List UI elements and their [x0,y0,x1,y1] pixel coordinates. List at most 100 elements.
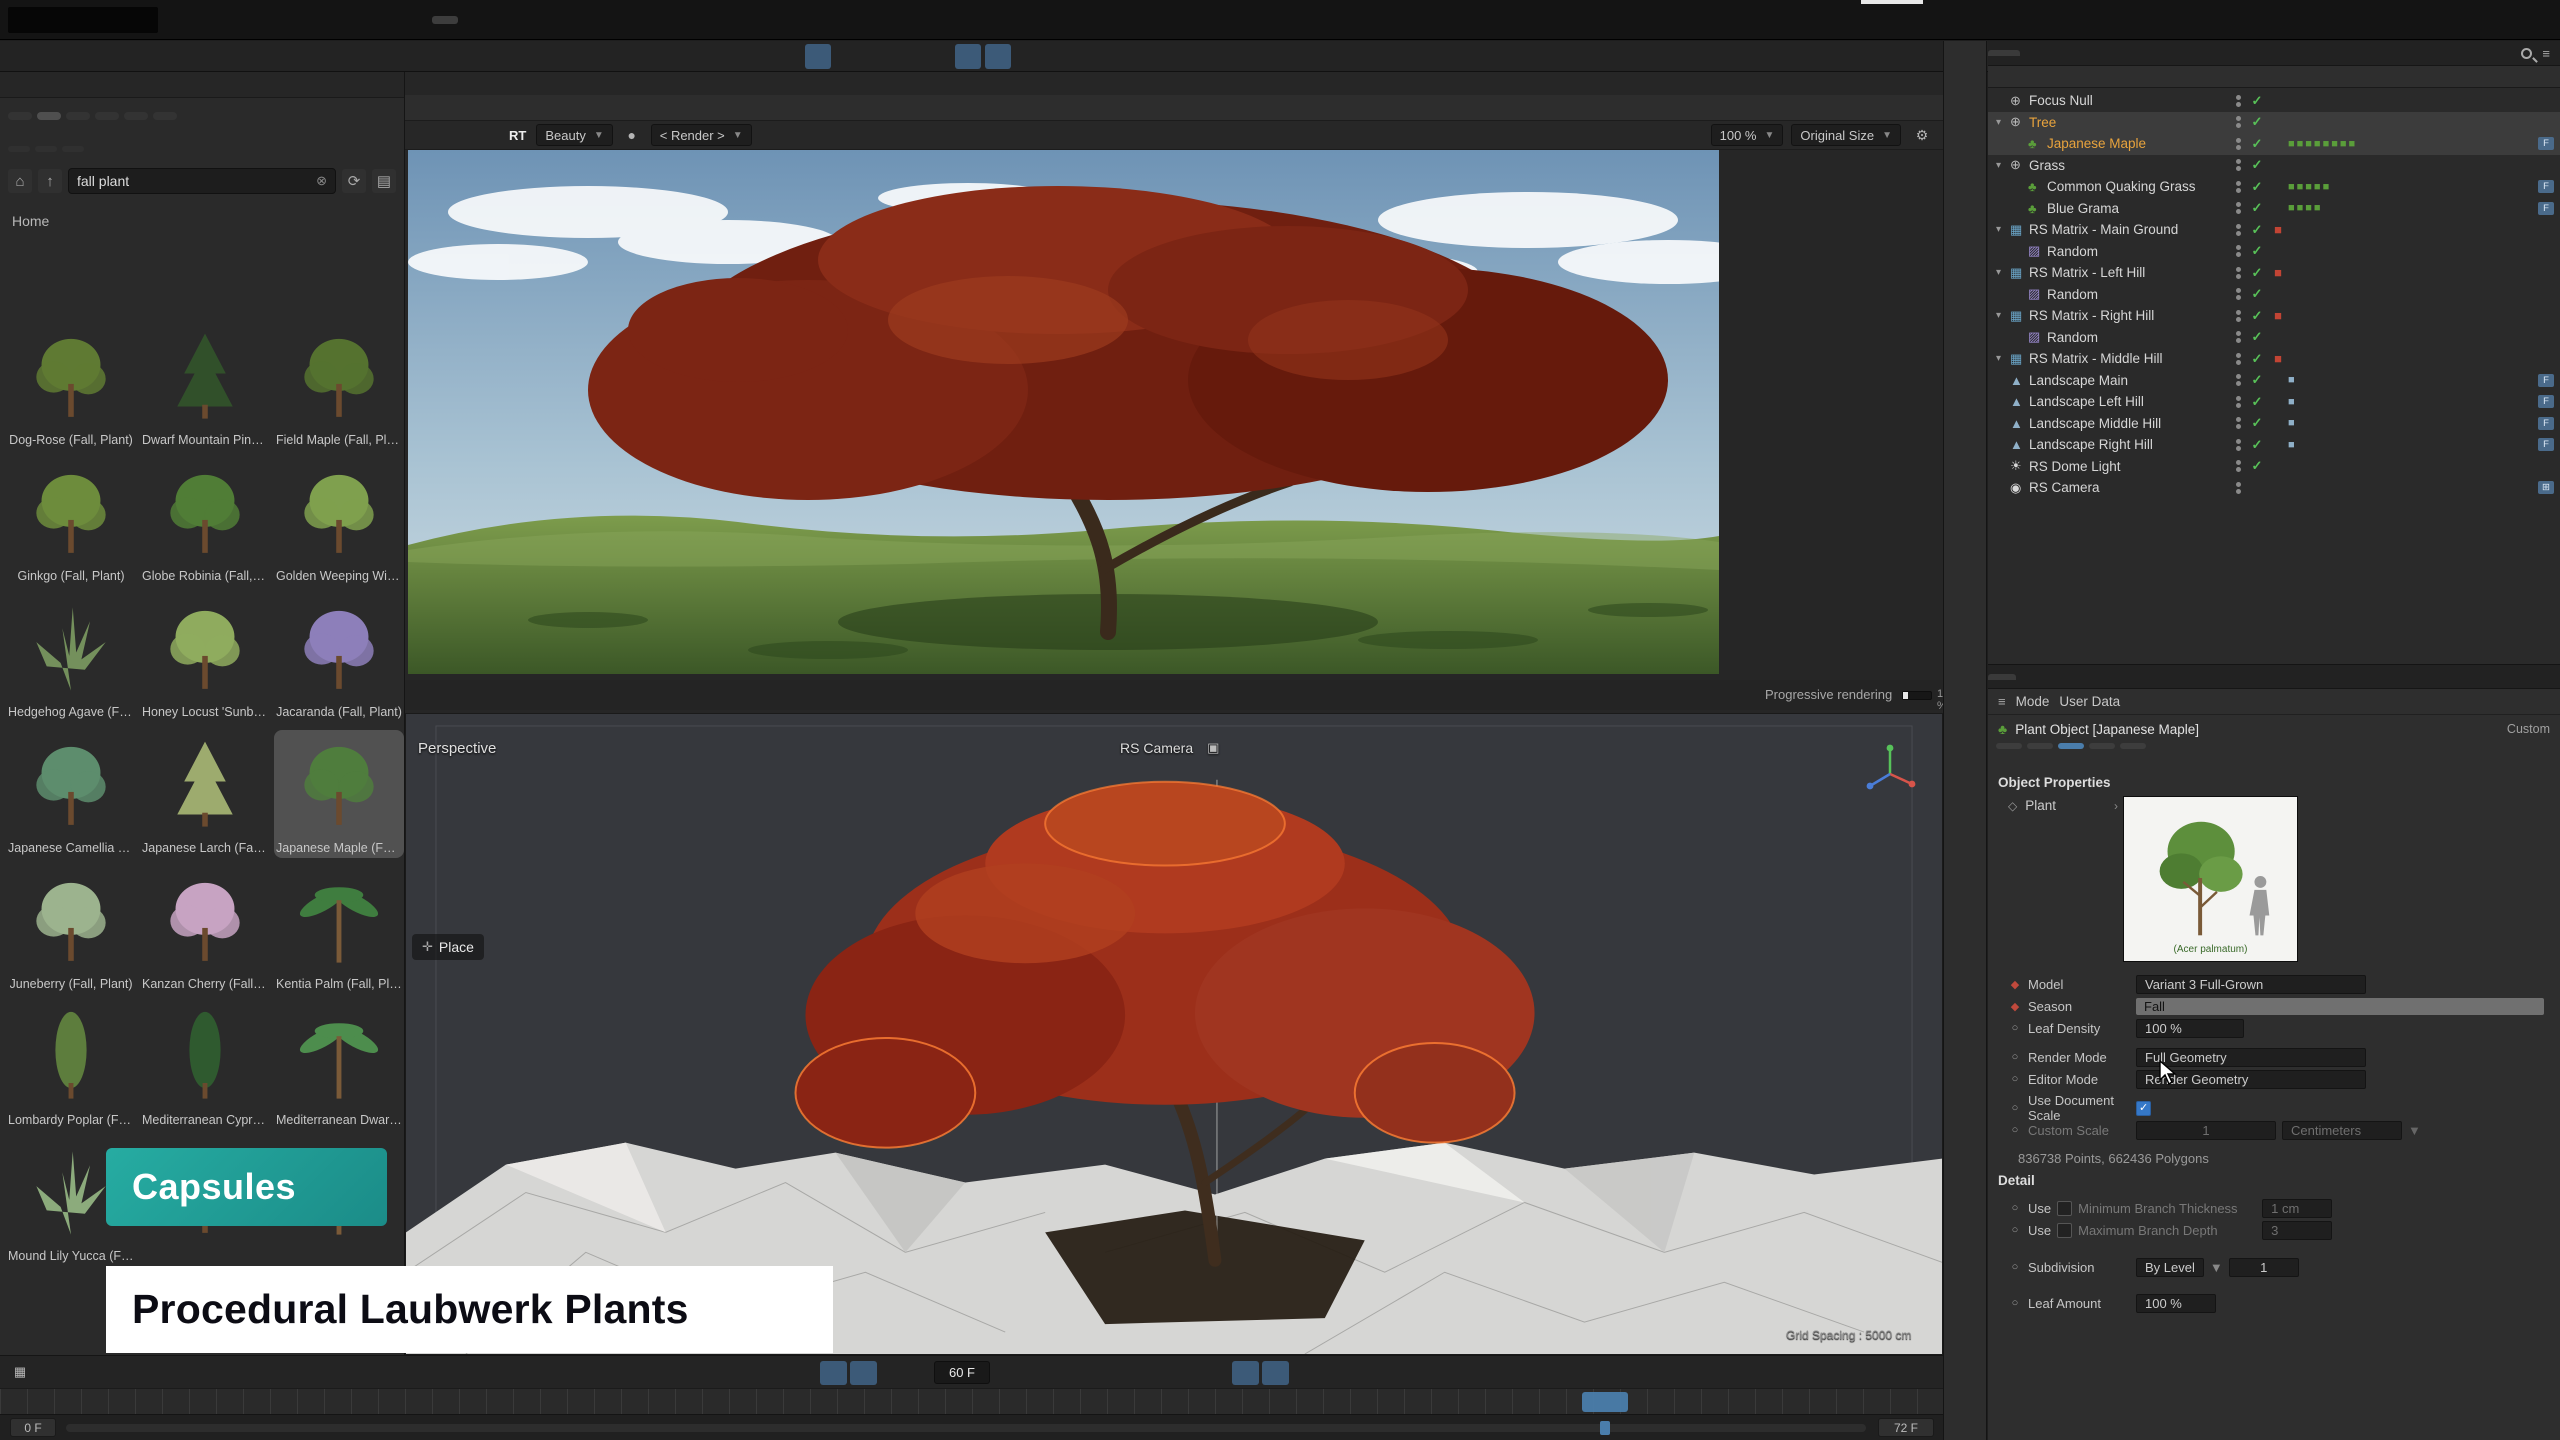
asset-item[interactable]: Mediterranean Dwarf ... [274,1002,404,1130]
snap-icon[interactable] [895,44,921,69]
tag-chip[interactable]: ⊞ [2538,481,2554,494]
expand-caret-icon[interactable]: ▾ [1996,353,2010,364]
text-tool-icon[interactable] [1950,221,1980,249]
record-icon[interactable] [1010,1361,1037,1385]
asset-filter-tab[interactable] [95,112,119,120]
key-marker[interactable]: ○ [2008,1073,2022,1085]
key-marker[interactable]: ◇ [2008,799,2017,813]
enable-check-icon[interactable]: ✓ [2246,114,2268,130]
object-name[interactable]: RS Camera [2029,480,2230,495]
asset-item[interactable]: Japanese Camellia (Fal... [6,730,136,858]
pingpong-icon[interactable] [850,1361,877,1385]
object-row[interactable]: ♣ Blue Grama ✓ ■■■■ F [1988,198,2560,220]
visibility-toggles[interactable] [2230,115,2246,129]
pla-key-icon[interactable] [1232,1361,1259,1385]
range-current-tick[interactable] [1600,1421,1610,1435]
parameter-key-icon[interactable] [1202,1361,1229,1385]
subdivision-mode-dropdown[interactable]: By Level [2136,1258,2204,1277]
section-tab[interactable] [2089,743,2115,749]
object-name[interactable]: Tree [2029,115,2230,130]
enable-check-icon[interactable]: ✓ [2246,222,2268,238]
deformer-icon[interactable] [1950,317,1980,345]
asset-item[interactable]: Kentia Palm (Fall, Plant) [274,866,404,994]
visibility-toggles[interactable] [2230,438,2246,452]
material-tags[interactable]: ■ [2288,396,2538,408]
search-field[interactable]: ⊗ [68,168,336,194]
add-icon[interactable] [835,44,861,69]
object-name[interactable]: RS Dome Light [2029,459,2230,474]
section-tab[interactable] [2027,743,2053,749]
enable-check-icon[interactable]: ✓ [2246,179,2268,195]
object-name[interactable]: Grass [2029,158,2230,173]
menu-item[interactable] [172,16,198,24]
object-row[interactable]: ▾ ▦ RS Matrix - Left Hill ✓ ■ [1988,262,2560,284]
visibility-toggles[interactable] [2230,223,2246,237]
enable-check-icon[interactable]: ✓ [2246,351,2268,367]
key-marker[interactable]: ○ [2008,1051,2022,1063]
autokey-icon[interactable] [1040,1361,1067,1385]
visibility-toggles[interactable] [2230,94,2246,108]
object-row[interactable]: ▾ ⊕ Grass ✓ [1988,155,2560,177]
object-name[interactable]: Random [2047,244,2230,259]
viewport-label[interactable]: Perspective [418,740,496,757]
menu-item[interactable] [224,16,250,24]
plane-icon[interactable] [1950,125,1980,153]
tag-chip[interactable]: F [2538,374,2554,387]
use-checkbox[interactable] [2057,1201,2072,1216]
render-to-picture-icon[interactable] [1842,44,1868,69]
enable-check-icon[interactable]: ✓ [2246,93,2268,109]
enable-check-icon[interactable]: ✓ [2246,136,2268,152]
camera-swap-icon[interactable]: ▣ [1207,740,1219,756]
asset-item[interactable]: Honey Locust 'Sunbur... [140,594,270,722]
visibility-toggles[interactable] [2230,180,2246,194]
search-input[interactable] [77,173,310,189]
asset-item[interactable]: Ginkgo (Fall, Plant) [6,458,136,586]
channels-icon[interactable] [908,124,934,146]
size-mode-dropdown[interactable]: Original Size▼ [1791,124,1901,146]
object-row[interactable]: ▲ Landscape Main ✓ ■ F [1988,370,2560,392]
material-icon[interactable] [1902,44,1928,69]
enable-check-icon[interactable]: ✓ [2246,157,2268,173]
redshift-object-tag[interactable]: ■ [2268,308,2288,323]
enable-check-icon[interactable]: ✓ [2246,286,2268,302]
play-simulation-icon[interactable] [805,44,831,69]
target-icon[interactable] [925,44,951,69]
object-row[interactable]: ▨ Random ✓ [1988,284,2560,306]
viewport-camera-label[interactable]: RS Camera ▣ [1120,740,1219,756]
object-row[interactable]: ▾ ⊕ Tree ✓ [1988,112,2560,134]
asset-item[interactable]: Lombardy Poplar (Fall... [6,1002,136,1130]
render-settings-icon[interactable] [1872,44,1898,69]
visibility-toggles[interactable] [2230,158,2246,172]
next-key-icon[interactable] [754,1361,781,1385]
play-icon[interactable] [694,1361,721,1385]
menu-item[interactable] [432,16,458,24]
attribute-value[interactable]: Variant 3 Full-Grown [2136,975,2366,994]
object-row[interactable]: ⊕ Focus Null ✓ [1988,90,2560,112]
menu-item[interactable] [536,16,562,24]
menu-item[interactable] [562,16,588,24]
plant-preview-thumbnail[interactable]: (Acer palmatum) [2123,796,2298,962]
generator-icon[interactable] [1950,365,1980,393]
use-checkbox[interactable] [2057,1223,2072,1238]
enable-check-icon[interactable]: ✓ [2246,415,2268,431]
renderer-dropdown[interactable]: < Render >▼ [651,124,752,146]
visibility-toggles[interactable] [2230,330,2246,344]
section-tab[interactable] [2058,743,2084,749]
y-axis-toggle[interactable] [100,44,126,69]
object-name[interactable]: Focus Null [2029,93,2230,108]
asset-item[interactable]: Mediterranean Cypres... [140,1002,270,1130]
quantize-icon[interactable] [985,44,1011,69]
material-tags[interactable]: ■■■■■ [2288,181,2538,193]
cube-icon[interactable] [1950,173,1980,201]
layer-manager-icon[interactable] [1950,557,1980,585]
enable-check-icon[interactable]: ✓ [2246,372,2268,388]
asset-item[interactable]: Hedgehog Agave (Fall... [6,594,136,722]
panel-tab[interactable] [1988,674,2016,680]
frame-ruler[interactable] [0,1388,1943,1414]
object-row[interactable]: ▾ ▦ RS Matrix - Middle Hill ✓ ■ [1988,348,2560,370]
asset-item[interactable]: Kanzan Cherry (Fall, Pl... [140,866,270,994]
pass-dropdown[interactable]: Beauty▼ [536,124,612,146]
enable-check-icon[interactable]: ✓ [2246,394,2268,410]
leaf-amount-field[interactable]: 100 % [2136,1294,2216,1313]
pixel-icon[interactable] [938,124,964,146]
